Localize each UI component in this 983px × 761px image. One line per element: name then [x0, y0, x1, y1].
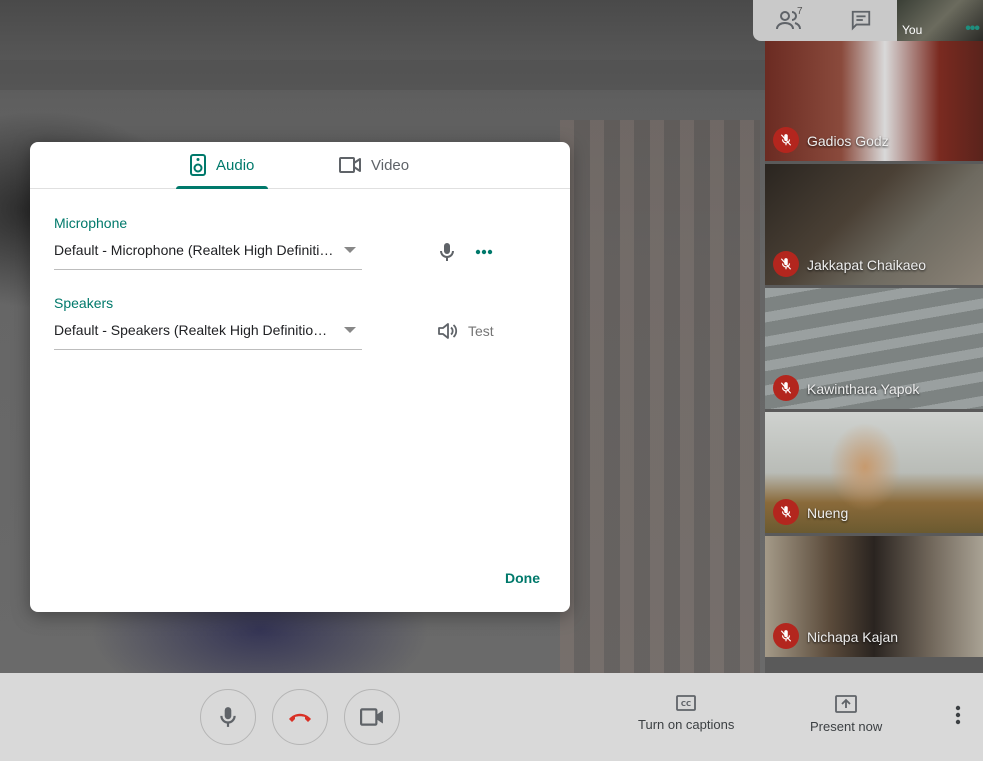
more-vertical-icon	[955, 705, 961, 725]
participant-tile[interactable]: Kawinthara Yapok	[765, 288, 983, 409]
mic-off-icon	[773, 375, 799, 401]
participant-tile[interactable]: Nueng	[765, 412, 983, 533]
volume-icon	[438, 323, 458, 339]
speaker-test-label: Test	[468, 323, 494, 339]
chat-icon	[851, 10, 871, 31]
speakers-label: Speakers	[54, 295, 114, 311]
participant-count: 7	[797, 6, 803, 17]
microphone-level-button[interactable]	[434, 239, 460, 265]
self-label: You	[902, 23, 923, 37]
participant-name: Nichapa Kajan	[807, 629, 899, 645]
video-camera-icon	[360, 708, 383, 726]
mic-off-icon	[773, 623, 799, 649]
mic-off-icon	[773, 499, 799, 525]
captions-label: Turn on captions	[638, 717, 735, 732]
self-view[interactable]: You •••	[897, 0, 983, 41]
participant-strip: Gadios Godz Jakkapat Chaikaeo Kawinthara…	[765, 40, 983, 660]
microphone-more-button[interactable]	[470, 239, 498, 265]
participant-tile[interactable]: Gadios Godz	[765, 40, 983, 161]
mic-off-icon	[773, 251, 799, 277]
chevron-down-icon	[344, 327, 356, 333]
microphone-icon	[440, 243, 454, 261]
camera-toggle-button[interactable]	[344, 689, 400, 745]
chat-button[interactable]	[843, 5, 879, 35]
svg-text:CC: CC	[681, 700, 691, 708]
microphone-toggle-button[interactable]	[200, 689, 256, 745]
video-camera-icon	[339, 157, 361, 173]
speaker-device-icon	[190, 154, 206, 176]
captions-button[interactable]: CC Turn on captions	[638, 695, 734, 732]
background-band	[0, 60, 765, 90]
participant-tile[interactable]: Jakkapat Chaikaeo	[765, 164, 983, 285]
more-horizontal-icon	[475, 249, 493, 255]
audio-video-settings-dialog: Audio Video Microphone Default - Microph…	[30, 142, 570, 612]
participant-name: Jakkapat Chaikaeo	[807, 257, 927, 273]
present-now-button[interactable]: Present now	[810, 695, 882, 734]
participant-name: Gadios Godz	[807, 133, 889, 149]
done-button[interactable]: Done	[505, 570, 540, 586]
tab-audio-label: Audio	[216, 156, 255, 174]
hang-up-icon	[289, 713, 311, 722]
mic-off-icon	[773, 127, 799, 153]
present-now-label: Present now	[810, 719, 883, 734]
tab-video-label: Video	[371, 156, 410, 174]
speakers-select[interactable]: Default - Speakers (Realtek High Definit…	[54, 322, 362, 350]
microphone-icon	[220, 707, 236, 727]
participant-name: Kawinthara Yapok	[807, 381, 920, 397]
speakers-value: Default - Speakers (Realtek High Definit…	[54, 322, 334, 338]
speaker-test-button[interactable]: Test	[438, 320, 494, 342]
present-screen-icon	[835, 695, 858, 713]
participant-tile[interactable]: Nichapa Kajan	[765, 536, 983, 657]
microphone-select[interactable]: Default - Microphone (Realtek High Defin…	[54, 242, 362, 270]
closed-captions-icon: CC	[676, 695, 697, 711]
tab-audio[interactable]: Audio	[176, 142, 269, 189]
tab-video[interactable]: Video	[325, 142, 423, 188]
call-controls-bar: CC Turn on captions Present now	[0, 673, 983, 761]
background-curtain	[560, 120, 760, 673]
self-more-icon[interactable]: •••	[965, 20, 980, 38]
microphone-label: Microphone	[54, 215, 128, 231]
settings-tabs: Audio Video	[30, 142, 570, 189]
chevron-down-icon	[344, 247, 356, 253]
leave-call-button[interactable]	[272, 689, 328, 745]
participant-name: Nueng	[807, 505, 849, 521]
microphone-value: Default - Microphone (Realtek High Defin…	[54, 242, 334, 258]
more-options-button[interactable]	[955, 705, 961, 730]
